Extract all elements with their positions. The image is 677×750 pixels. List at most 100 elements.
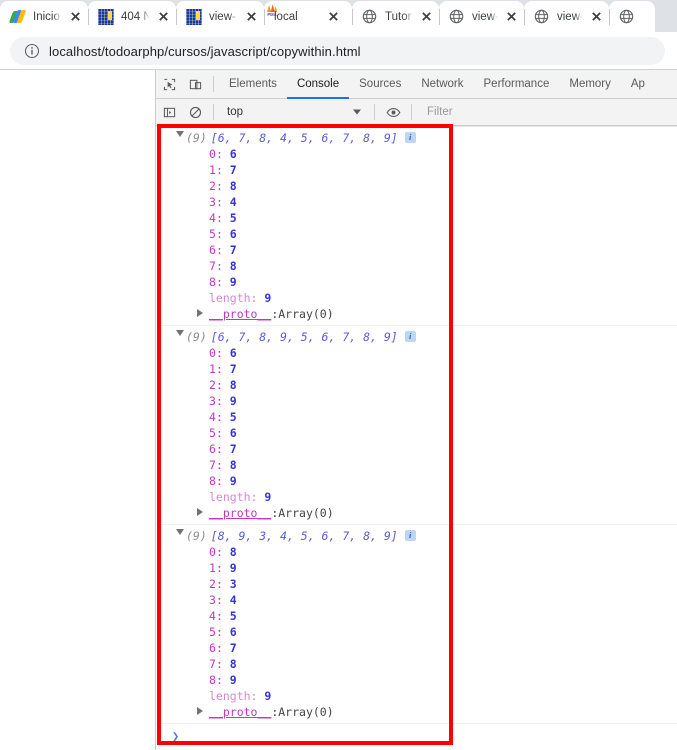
- entry-colon: :: [215, 259, 230, 273]
- array-count: (9): [186, 131, 207, 145]
- array-entry-value: 8: [229, 458, 237, 472]
- expand-triangle-icon[interactable]: [176, 330, 184, 336]
- tab-close-button[interactable]: [587, 8, 605, 26]
- expand-triangle-icon[interactable]: [176, 131, 184, 137]
- array-entry-value: 9: [229, 673, 237, 687]
- clear-console-icon[interactable]: [182, 99, 208, 125]
- proto-row[interactable]: __proto__: Array(0): [156, 704, 677, 720]
- browser-tab[interactable]: view-: [439, 1, 524, 32]
- array-entry-value: 6: [229, 625, 237, 639]
- console-prompt[interactable]: ❯: [156, 724, 677, 748]
- tab-close-button[interactable]: [154, 8, 172, 26]
- info-badge-icon[interactable]: i: [404, 330, 416, 342]
- array-count: (9): [186, 529, 207, 543]
- proto-colon: :: [271, 307, 279, 321]
- tab-close-button[interactable]: [324, 8, 342, 26]
- console-sidebar-icon[interactable]: [156, 99, 182, 125]
- inspect-element-icon[interactable]: [156, 71, 182, 97]
- length-key: length: [209, 689, 251, 703]
- devtools-tab-performance[interactable]: Performance: [474, 70, 560, 99]
- devtools-tab-network[interactable]: Network: [411, 70, 473, 99]
- array-entry-value: 3: [229, 577, 237, 591]
- console-message[interactable]: (9) [8, 9, 3, 4, 5, 6, 7, 8, 9] i 0: 8 1: 92…: [156, 525, 677, 724]
- entry-colon: :: [215, 625, 230, 639]
- entry-colon: :: [215, 474, 230, 488]
- devtools-tab-memory[interactable]: Memory: [559, 70, 621, 99]
- expand-triangle-icon[interactable]: [197, 707, 203, 715]
- array-entry-index: 2: [209, 179, 216, 193]
- info-badge-icon[interactable]: i: [404, 529, 416, 541]
- array-length-row: length: 9: [156, 489, 677, 505]
- live-expression-icon[interactable]: [380, 99, 406, 125]
- browser-tab[interactable]: [609, 1, 655, 32]
- tab-close-button[interactable]: [66, 8, 84, 26]
- array-entry-index: 8: [209, 474, 216, 488]
- tab-close-button[interactable]: [502, 8, 520, 26]
- execution-context-select[interactable]: top: [219, 103, 369, 122]
- array-entry-value: 9: [229, 561, 237, 575]
- proto-colon: :: [271, 506, 279, 520]
- browser-tab[interactable]: Tutor: [352, 1, 439, 32]
- array-entry: 0: 6: [156, 146, 677, 162]
- array-entry-index: 1: [209, 362, 216, 376]
- info-circle-icon[interactable]: [24, 43, 40, 59]
- expand-triangle-icon[interactable]: [197, 309, 203, 317]
- tab-close-button[interactable]: [417, 8, 435, 26]
- browser-tab[interactable]: 404 N: [88, 1, 176, 32]
- array-entry-index: 7: [209, 657, 216, 671]
- proto-value: Array(0): [278, 705, 334, 719]
- array-entry-index: 5: [209, 625, 216, 639]
- browser-tab-title: Tutor: [385, 10, 412, 23]
- browser-tab[interactable]: PMA local: [264, 1, 352, 32]
- device-toolbar-icon[interactable]: [182, 71, 208, 97]
- console-message[interactable]: (9) [6, 7, 8, 4, 5, 6, 7, 8, 9] i 0: 6 1: 72…: [156, 127, 677, 326]
- prompt-caret-icon: ❯: [172, 729, 180, 743]
- console-message[interactable]: (9) [6, 7, 8, 9, 5, 6, 7, 8, 9] i 0: 6 1: 72…: [156, 326, 677, 525]
- array-entry: 8: 9: [156, 672, 677, 688]
- array-entry: 8: 9: [156, 274, 677, 290]
- console-output-area[interactable]: (9) [6, 7, 8, 4, 5, 6, 7, 8, 9] i 0: 6 1: 72…: [156, 126, 677, 748]
- expand-triangle-icon[interactable]: [197, 508, 203, 516]
- tab-close-button[interactable]: [242, 8, 260, 26]
- blue-page-icon: [186, 8, 202, 25]
- proto-row[interactable]: __proto__: Array(0): [156, 505, 677, 521]
- toolbar-divider: [213, 104, 214, 120]
- array-entry-value: 8: [229, 179, 237, 193]
- array-entry-index: 2: [209, 378, 216, 392]
- length-colon: :: [250, 291, 265, 305]
- toolbar-divider: [374, 104, 375, 120]
- array-entry-value: 9: [229, 474, 237, 488]
- proto-key: __proto__: [209, 705, 272, 719]
- console-message-header: (9) [8, 9, 3, 4, 5, 6, 7, 8, 9] i: [156, 528, 677, 544]
- browser-tab-title: view-: [209, 10, 236, 23]
- console-filter-input[interactable]: Filter: [417, 106, 677, 118]
- array-entry-index: 0: [209, 346, 216, 360]
- browser-tab-title: local: [274, 10, 298, 23]
- devtools-tab-ap[interactable]: Ap: [621, 70, 655, 99]
- address-bar-pill[interactable]: localhost/todoarphp/cursos/javascript/co…: [10, 37, 665, 65]
- array-entry: 5: 6: [156, 226, 677, 242]
- entry-colon: :: [215, 275, 230, 289]
- array-entry-index: 5: [209, 227, 216, 241]
- array-entry-value: 7: [229, 243, 237, 257]
- array-entry: 7: 8: [156, 258, 677, 274]
- devtools-tab-elements[interactable]: Elements: [219, 70, 287, 99]
- browser-tab[interactable]: Inicio: [0, 1, 88, 32]
- entry-colon: :: [215, 394, 230, 408]
- expand-triangle-icon[interactable]: [176, 529, 184, 535]
- array-entry: 2: 3: [156, 576, 677, 592]
- array-entry-value: 7: [229, 442, 237, 456]
- info-badge-icon[interactable]: i: [404, 131, 416, 143]
- array-entry-value: 5: [229, 211, 237, 225]
- proto-row[interactable]: __proto__: Array(0): [156, 306, 677, 322]
- blue-page-icon: [98, 8, 114, 25]
- proto-colon: :: [271, 705, 279, 719]
- array-entry-value: 7: [229, 362, 237, 376]
- length-colon: :: [250, 490, 265, 504]
- browser-tab[interactable]: view-: [176, 1, 264, 32]
- entry-colon: :: [215, 577, 230, 591]
- devtools-tab-sources[interactable]: Sources: [349, 70, 411, 99]
- browser-tab[interactable]: view-: [524, 1, 609, 32]
- array-entry-index: 0: [209, 147, 216, 161]
- devtools-tab-console[interactable]: Console: [287, 70, 349, 99]
